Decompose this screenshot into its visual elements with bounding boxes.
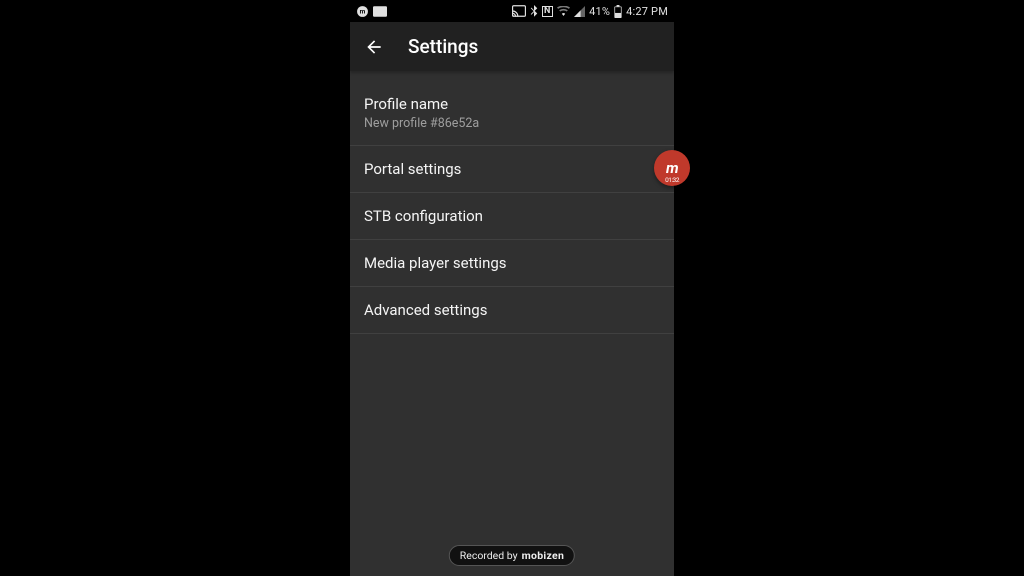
row-profile-name[interactable]: Profile name New profile #86e52a [350,81,674,146]
row-title: Advanced settings [364,301,660,319]
cast-icon [512,5,526,17]
row-title: Profile name [364,95,660,113]
row-title: Media player settings [364,254,660,272]
recorded-by-tag: Recorded by mobizen [449,545,575,566]
page-title: Settings [408,35,478,58]
mail-icon [373,6,387,17]
status-bar: m N 41% 4:27 PM [350,0,674,22]
app-bar: Settings [350,22,674,71]
svg-text:m: m [360,7,366,15]
settings-list: Profile name New profile #86e52a Portal … [350,71,674,334]
signal-icon [574,6,585,17]
recorded-by-prefix: Recorded by [460,549,518,562]
clock: 4:27 PM [626,5,668,18]
row-title: Portal settings [364,160,660,178]
row-stb-configuration[interactable]: STB configuration [350,193,674,240]
recorded-by-brand: mobizen [522,549,565,562]
battery-percent: 41% [589,5,610,18]
row-title: STB configuration [364,207,660,225]
back-button[interactable] [358,31,390,63]
nfc-icon: N [542,6,554,17]
row-media-player-settings[interactable]: Media player settings [350,240,674,287]
battery-icon [614,5,622,18]
app-badge-icon: m [356,5,369,18]
row-portal-settings[interactable]: Portal settings [350,146,674,193]
row-advanced-settings[interactable]: Advanced settings [350,287,674,334]
arrow-back-icon [364,37,384,57]
row-subtitle: New profile #86e52a [364,116,660,131]
recorder-bubble[interactable]: m [654,150,690,186]
phone-frame: m N 41% 4:27 PM [350,0,674,576]
bluetooth-icon [530,5,538,18]
wifi-icon [557,6,570,16]
